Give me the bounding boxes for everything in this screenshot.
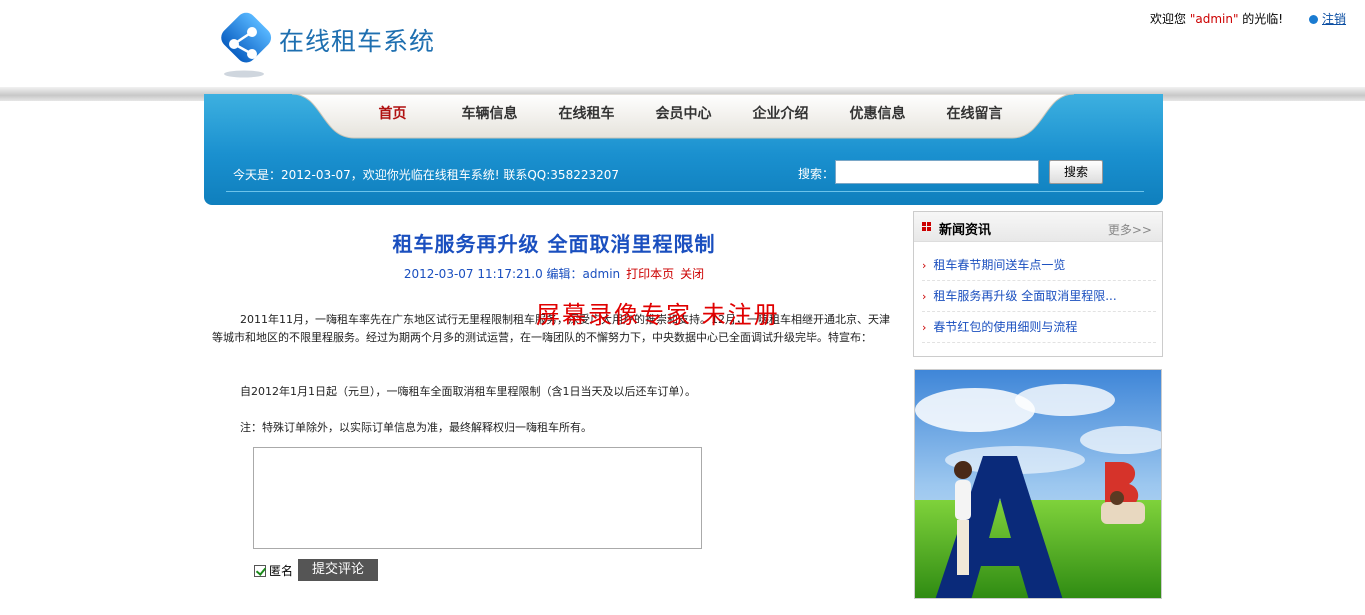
news-item[interactable]: › 租车春节期间送车点一览 — [922, 250, 1156, 281]
news-panel: 新闻资讯 更多>> › 租车春节期间送车点一览 › 租车服务再升级 全面取消里程限.… — [913, 211, 1163, 357]
article-author-label: 编辑： — [542, 267, 583, 281]
article-author: admin — [582, 267, 621, 281]
news-more-link[interactable]: 更多>> — [1108, 221, 1152, 238]
chevron-right-icon: › — [922, 321, 927, 334]
news-item-label: 租车春节期间送车点一览 — [933, 258, 1066, 272]
news-item[interactable]: › 春节红包的使用细则与流程 — [922, 312, 1156, 343]
nav-item-vehicles[interactable]: 车辆信息 — [441, 94, 538, 134]
close-link[interactable]: 关闭 — [680, 267, 704, 281]
news-item[interactable]: › 租车服务再升级 全面取消里程限... — [922, 281, 1156, 312]
main-nav: 首页 车辆信息 在线租车 会员中心 企业介绍 优惠信息 在线留言 今天是：201… — [204, 94, 1163, 205]
search-button[interactable]: 搜索 — [1049, 160, 1103, 184]
comment-textarea[interactable] — [253, 447, 702, 549]
site-logo-icon — [221, 12, 272, 78]
search-input[interactable] — [835, 160, 1039, 184]
article-paragraph: 自2012年1月1日起（元旦），一嗨租车全面取消租车里程限制（含1日当天及以后还… — [240, 385, 696, 398]
nav-item-company-intro[interactable]: 企业介绍 — [732, 94, 829, 134]
news-panel-header: 新闻资讯 更多>> — [914, 212, 1162, 242]
nav-divider — [226, 191, 1144, 192]
logout-icon — [1309, 15, 1318, 24]
welcome-prefix: 欢迎您 — [1150, 12, 1190, 26]
anonymous-option[interactable]: 匿名 — [254, 562, 293, 579]
news-item-label: 春节红包的使用细则与流程 — [933, 320, 1078, 334]
print-link[interactable]: 打印本页 — [626, 267, 674, 281]
today-banner: 今天是：2012-03-07，欢迎你光临在线租车系统! 联系QQ:3582232… — [233, 168, 620, 182]
welcome-suffix: 的光临! — [1238, 12, 1284, 26]
recorder-watermark: 屏幕录像专家 未注册 — [536, 301, 780, 329]
nav-item-guestbook[interactable]: 在线留言 — [926, 94, 1023, 134]
chevron-right-icon: › — [922, 259, 927, 272]
grid-icon — [922, 222, 932, 232]
anonymous-label: 匿名 — [269, 564, 294, 578]
search-label: 搜索： — [798, 167, 835, 181]
article-meta: 2012-03-07 11:17:21.0 编辑：admin 打印本页 关闭 — [204, 265, 904, 282]
news-list: › 租车春节期间送车点一览 › 租车服务再升级 全面取消里程限... › 春节红包的使… — [922, 250, 1156, 343]
news-item-label: 租车服务再升级 全面取消里程限... — [933, 289, 1117, 303]
submit-comment-button[interactable]: 提交评论 — [298, 559, 378, 581]
ad-illustration-icon — [915, 370, 1161, 598]
news-panel-title: 新闻资讯 — [939, 223, 992, 238]
nav-item-online-rental[interactable]: 在线租车 — [538, 94, 635, 134]
nav-item-home[interactable]: 首页 — [344, 94, 441, 134]
nav-item-member-center[interactable]: 会员中心 — [635, 94, 732, 134]
logout-link[interactable]: 注销 — [1309, 10, 1346, 27]
site-title: 在线租车系统 — [279, 27, 436, 56]
username: "admin" — [1189, 12, 1239, 26]
anonymous-checkbox[interactable] — [254, 564, 266, 577]
article-title: 租车服务再升级 全面取消里程限制 — [392, 232, 716, 256]
logout-label: 注销 — [1322, 12, 1347, 26]
chevron-right-icon: › — [922, 290, 927, 303]
nav-item-promotions[interactable]: 优惠信息 — [829, 94, 926, 134]
article-paragraph: 注：特殊订单除外，以实际订单信息为准，最终解释权归一嗨租车所有。 — [240, 421, 592, 434]
article-date: 2012-03-07 11:17:21.0 — [403, 267, 543, 281]
nav-menu: 首页 车辆信息 在线租车 会员中心 企业介绍 优惠信息 在线留言 — [344, 94, 1023, 136]
header: 在线租车系统 欢迎您 "admin" 的光临! 注销 — [0, 0, 1365, 88]
welcome-message: 欢迎您 "admin" 的光临! — [1150, 10, 1283, 27]
sidebar-ad-image[interactable] — [914, 369, 1162, 599]
